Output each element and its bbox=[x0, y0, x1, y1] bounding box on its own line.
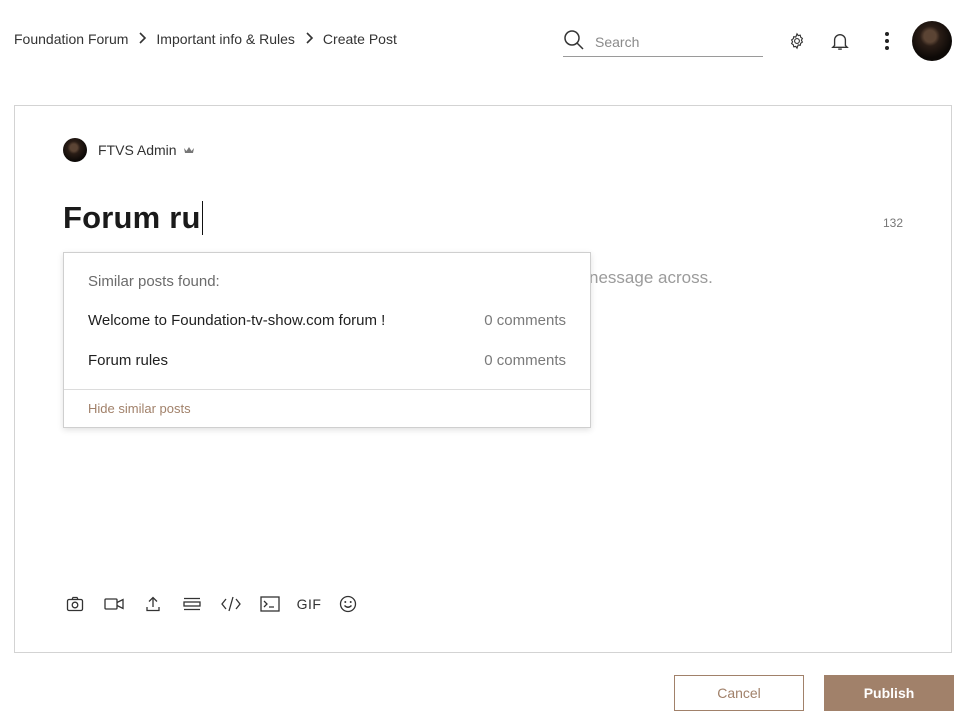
hide-similar-posts-link[interactable]: Hide similar posts bbox=[88, 401, 191, 416]
code-block-icon[interactable] bbox=[258, 592, 282, 616]
breadcrumb-item-forum[interactable]: Foundation Forum bbox=[14, 31, 128, 47]
gear-icon[interactable] bbox=[785, 29, 809, 53]
similar-post-item[interactable]: Forum rules 0 comments bbox=[88, 352, 566, 372]
chevron-right-icon bbox=[295, 31, 323, 47]
gif-icon[interactable]: GIF bbox=[297, 592, 321, 616]
camera-icon[interactable] bbox=[63, 592, 87, 616]
upload-icon[interactable] bbox=[141, 592, 165, 616]
bell-icon[interactable] bbox=[828, 29, 852, 53]
code-icon[interactable] bbox=[219, 592, 243, 616]
editor-toolbar: GIF bbox=[63, 592, 375, 616]
char-counter: 132 bbox=[882, 216, 903, 230]
popup-divider bbox=[64, 389, 590, 390]
similar-post-title[interactable]: Forum rules bbox=[88, 352, 168, 372]
similar-post-comments: 0 comments bbox=[484, 352, 566, 369]
breadcrumb-item-current: Create Post bbox=[322, 31, 397, 47]
similar-post-title[interactable]: Welcome to Foundation-tv-show.com forum … bbox=[88, 312, 385, 332]
search-icon bbox=[563, 29, 585, 56]
similar-post-comments: 0 comments bbox=[484, 312, 566, 329]
body-placeholder[interactable]: nessage across. bbox=[589, 268, 713, 288]
breadcrumb: Foundation Forum Important info & Rules … bbox=[14, 31, 397, 47]
author-name: FTVS Admin bbox=[98, 142, 177, 158]
similar-posts-popup: Similar posts found: Welcome to Foundati… bbox=[63, 252, 591, 428]
more-vertical-icon[interactable] bbox=[875, 29, 899, 53]
title-field[interactable]: Forum ru bbox=[63, 200, 204, 236]
publish-button[interactable]: Publish bbox=[824, 675, 954, 711]
similar-posts-heading: Similar posts found: bbox=[88, 273, 220, 290]
chevron-right-icon bbox=[128, 31, 156, 47]
cancel-button[interactable]: Cancel bbox=[674, 675, 804, 711]
video-icon[interactable] bbox=[102, 592, 126, 616]
title-input[interactable]: Forum ru bbox=[63, 200, 201, 236]
avatar[interactable] bbox=[912, 21, 952, 61]
search-bar[interactable] bbox=[563, 28, 763, 57]
breadcrumb-item-category[interactable]: Important info & Rules bbox=[156, 31, 295, 47]
emoji-icon[interactable] bbox=[336, 592, 360, 616]
divider-icon[interactable] bbox=[180, 592, 204, 616]
author-avatar bbox=[63, 138, 87, 162]
similar-post-item[interactable]: Welcome to Foundation-tv-show.com forum … bbox=[88, 312, 566, 332]
search-input[interactable] bbox=[593, 33, 757, 51]
text-cursor bbox=[201, 201, 204, 235]
post-author: FTVS Admin bbox=[63, 138, 195, 162]
crown-icon bbox=[183, 145, 195, 155]
